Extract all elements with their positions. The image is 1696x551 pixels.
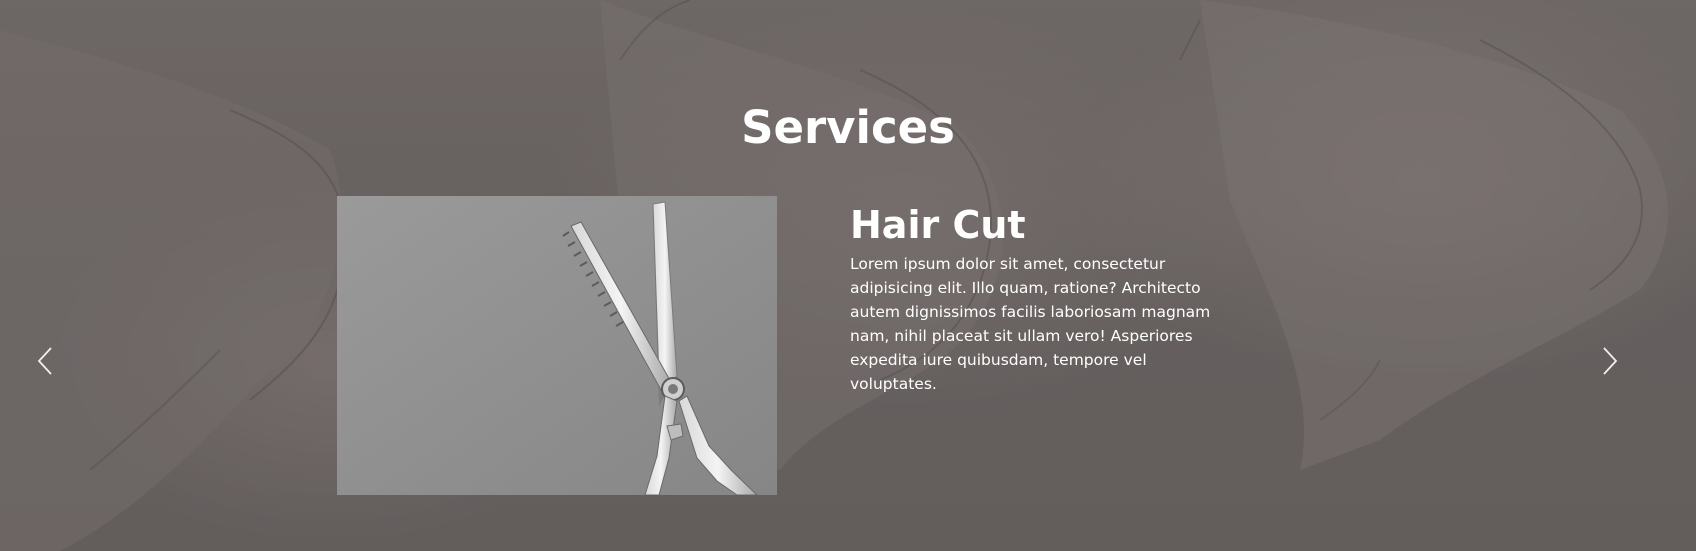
scissors-image <box>337 196 777 495</box>
carousel-prev-button[interactable] <box>27 341 63 381</box>
slide-heading: Hair Cut <box>850 203 1026 247</box>
slide-image <box>337 196 777 495</box>
chevron-left-icon <box>37 347 52 375</box>
chevron-right-icon <box>1603 347 1618 375</box>
section-title: Services <box>741 101 955 154</box>
carousel-next-button[interactable] <box>1592 341 1628 381</box>
carousel-slide: Hair Cut Lorem ipsum dolor sit amet, con… <box>337 196 1337 496</box>
slide-description: Lorem ipsum dolor sit amet, consectetur … <box>850 255 1211 393</box>
